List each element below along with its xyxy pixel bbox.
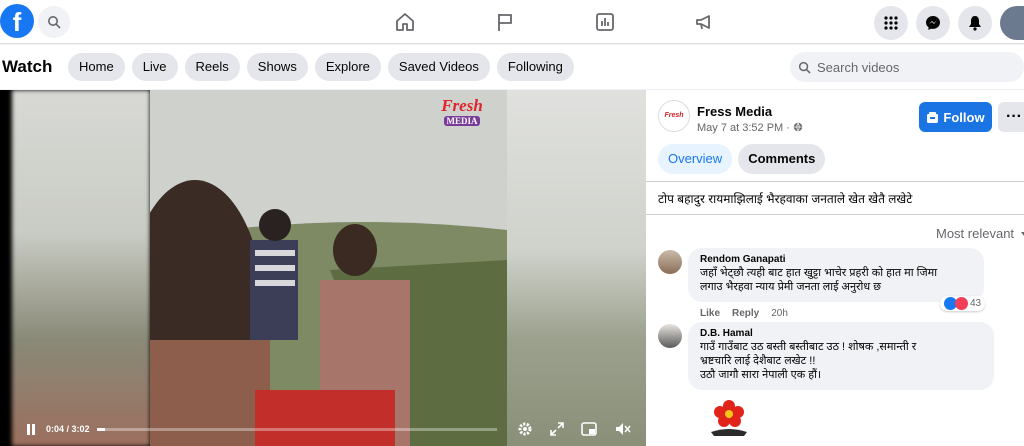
globe-icon bbox=[793, 122, 803, 132]
tab-home[interactable]: Home bbox=[68, 53, 125, 81]
megaphone-icon bbox=[696, 15, 710, 30]
comment-bubble: Rendom Ganapati जहाँ भेट्छौ त्यही बाट हा… bbox=[688, 248, 984, 302]
watermark-sub: MEDIA bbox=[444, 116, 480, 126]
bell-icon bbox=[969, 16, 981, 31]
expand-icon bbox=[550, 422, 564, 436]
tab-live[interactable]: Live bbox=[131, 53, 178, 81]
tab-explore[interactable]: Explore bbox=[314, 53, 381, 81]
reaction-count: 43 bbox=[970, 298, 982, 309]
like-link[interactable]: Like bbox=[700, 308, 720, 319]
search-icon bbox=[798, 61, 811, 74]
watermark-logo: Fresh MEDIA bbox=[427, 96, 497, 136]
video-player[interactable]: Fresh MEDIA 0:04 / 3:02 bbox=[0, 90, 646, 446]
page-name[interactable]: Fress Media bbox=[697, 104, 772, 119]
divider bbox=[646, 181, 1024, 182]
messenger-icon bbox=[926, 16, 940, 30]
grid-menu-icon bbox=[884, 16, 898, 30]
search-button[interactable] bbox=[38, 6, 70, 38]
comment-text: जहाँ भेट्छौ त्यही बाट हात खुट्टा भाचेर प… bbox=[700, 267, 938, 279]
post-timestamp[interactable]: May 7 at 3:52 PM · bbox=[697, 122, 793, 134]
comment-text: लगाउ भैरहवा न्याय प्रेमी जनता लाई अनुरोध… bbox=[700, 281, 881, 293]
search-icon bbox=[48, 16, 61, 29]
tab-shows[interactable]: Shows bbox=[246, 53, 308, 81]
post-caption: टोप बहादुर रायमाझिलाई भैरहवाका जनताले खे… bbox=[658, 192, 913, 206]
tab-reels[interactable]: Reels bbox=[184, 53, 240, 81]
more-options-button[interactable]: ··· bbox=[998, 102, 1024, 132]
flower-sticker bbox=[711, 400, 747, 436]
volume-muted-icon bbox=[616, 423, 631, 435]
tab-saved-videos[interactable]: Saved Videos bbox=[387, 53, 490, 81]
video-scene bbox=[150, 90, 507, 446]
avatar[interactable] bbox=[658, 250, 682, 274]
progress-bar[interactable] bbox=[97, 428, 497, 431]
page-avatar[interactable]: Fresh bbox=[658, 100, 690, 132]
comment-text: उठौ जागौ सारा नेपाली एक हौं। bbox=[700, 369, 822, 381]
miniplayer-icon bbox=[581, 422, 597, 436]
main-nav bbox=[355, 0, 755, 44]
nav-campaigns[interactable] bbox=[655, 0, 755, 44]
facebook-logo[interactable]: f bbox=[0, 4, 34, 38]
watch-header: Watch Home Live Reels Shows Explore Save… bbox=[0, 45, 1024, 89]
comment-time[interactable]: 20h bbox=[771, 308, 788, 319]
comment-author[interactable]: D.B. Hamal bbox=[700, 328, 982, 340]
menu-button[interactable] bbox=[874, 6, 908, 40]
tab-following[interactable]: Following bbox=[496, 53, 574, 81]
search-videos-input[interactable]: Search videos bbox=[790, 52, 1024, 82]
follow-button[interactable]: Follow bbox=[919, 102, 992, 132]
home-icon bbox=[396, 13, 414, 31]
comment-text: गाउँ गाउँबाट उठ बस्ती बस्तीबाट उठ ! शोषक… bbox=[700, 341, 917, 353]
video-blur-right bbox=[507, 90, 646, 446]
progress-fill bbox=[97, 428, 105, 431]
follow-page-icon bbox=[927, 111, 939, 123]
watermark-text: Fresh bbox=[441, 96, 483, 115]
comment-sort-dropdown[interactable]: Most relevant bbox=[936, 226, 1024, 241]
watch-tabs: Home Live Reels Shows Explore Saved Vide… bbox=[68, 53, 574, 81]
nav-home[interactable] bbox=[355, 0, 455, 44]
top-right-actions bbox=[874, 6, 1024, 40]
video-controls: 0:04 / 3:02 bbox=[0, 412, 646, 446]
tab-overview[interactable]: Overview bbox=[658, 144, 733, 174]
tab-comments[interactable]: Comments bbox=[738, 144, 826, 174]
comment-bubble: D.B. Hamal गाउँ गाउँबाट उठ बस्ती बस्तीबा… bbox=[688, 322, 994, 390]
follow-label: Follow bbox=[943, 109, 985, 125]
gear-icon bbox=[518, 422, 532, 436]
post-tabs: Overview Comments bbox=[658, 144, 826, 174]
comment-actions: Like Reply 20h bbox=[700, 308, 788, 319]
comment-text: भ्रष्टचारि लाई देशैबाट लखेट !! bbox=[700, 355, 816, 367]
playback-time: 0:04 / 3:02 bbox=[46, 424, 90, 434]
miniplayer-button[interactable] bbox=[580, 420, 598, 438]
notifications-button[interactable] bbox=[958, 6, 992, 40]
messenger-button[interactable] bbox=[916, 6, 950, 40]
post-panel: Fresh Fress Media May 7 at 3:52 PM · Fol… bbox=[646, 90, 1024, 446]
pause-button[interactable] bbox=[22, 420, 40, 438]
nav-pages[interactable] bbox=[455, 0, 555, 44]
flag-icon bbox=[498, 14, 512, 31]
chart-icon bbox=[596, 13, 614, 31]
pause-icon bbox=[27, 423, 35, 435]
mute-button[interactable] bbox=[614, 420, 632, 438]
sort-label: Most relevant bbox=[936, 226, 1015, 241]
divider bbox=[646, 214, 1024, 215]
comment-reactions[interactable]: 43 bbox=[940, 296, 986, 311]
video-frame: Fresh MEDIA bbox=[150, 90, 507, 446]
video-blur-left bbox=[12, 90, 150, 446]
avatar[interactable] bbox=[658, 324, 682, 348]
post-meta: May 7 at 3:52 PM · bbox=[697, 122, 803, 134]
search-placeholder: Search videos bbox=[817, 59, 900, 75]
top-navbar: f bbox=[0, 0, 1024, 44]
comment-author[interactable]: Rendom Ganapati bbox=[700, 254, 972, 266]
reply-link[interactable]: Reply bbox=[732, 308, 759, 319]
expand-button[interactable] bbox=[548, 420, 566, 438]
love-reaction-icon bbox=[955, 297, 968, 310]
account-avatar[interactable] bbox=[1000, 6, 1024, 40]
nav-ads[interactable] bbox=[555, 0, 655, 44]
page-title: Watch bbox=[2, 57, 53, 76]
settings-button[interactable] bbox=[516, 420, 534, 438]
